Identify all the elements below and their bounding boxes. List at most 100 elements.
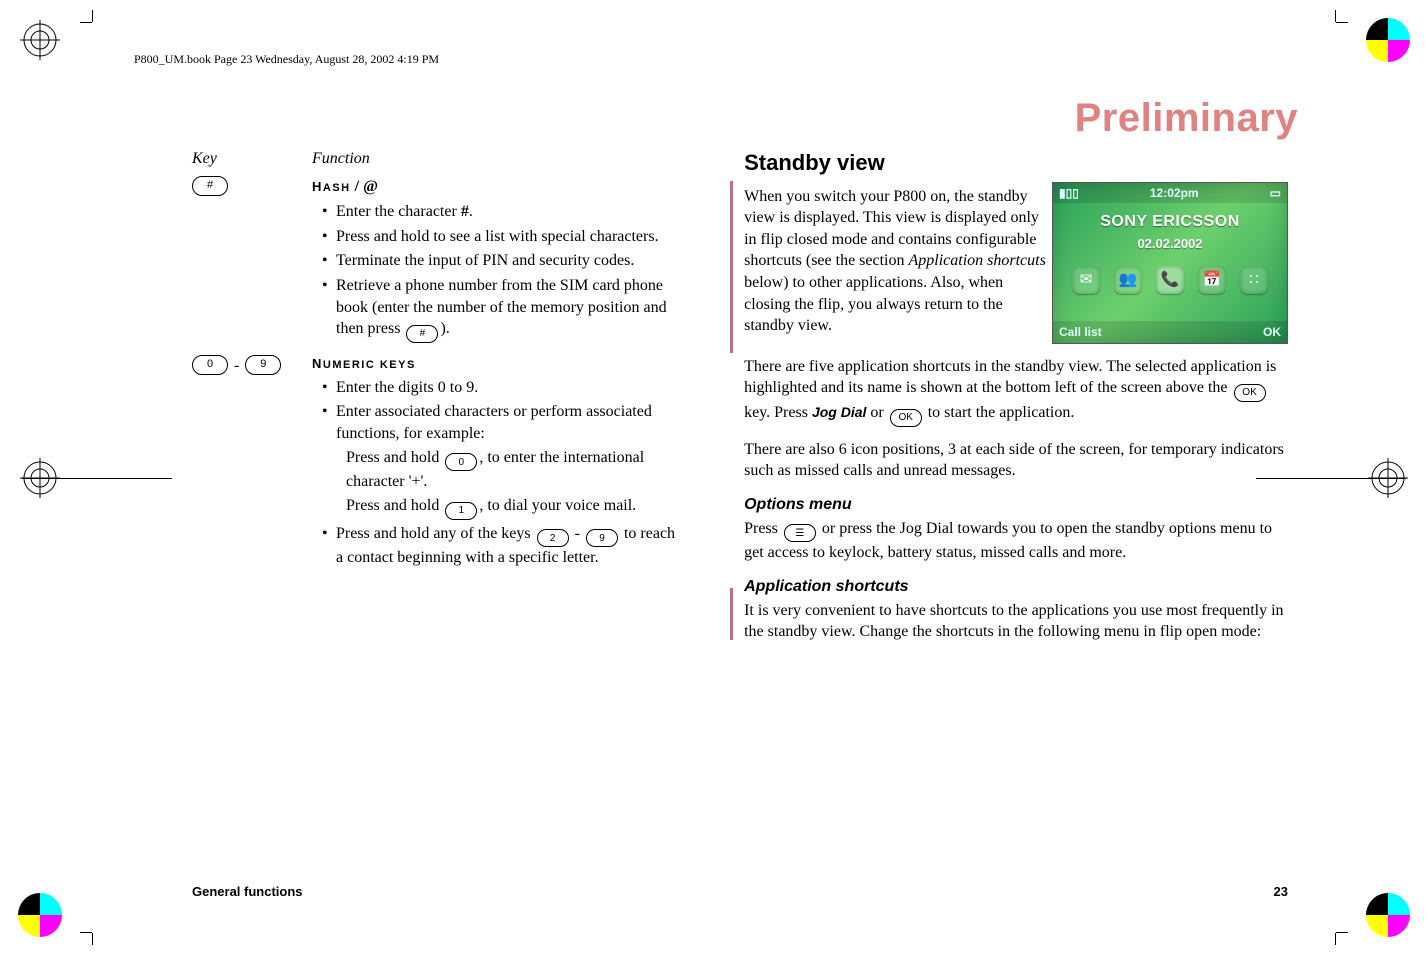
t: key. Press xyxy=(744,404,812,421)
t: Enter the character xyxy=(336,203,461,220)
numeric-bullets: Enter the digits 0 to 9. Enter associate… xyxy=(312,377,684,569)
zero-key-icon: 0 xyxy=(445,453,477,471)
t: below) to other applications. Also, when… xyxy=(744,274,1003,334)
footer-page: 23 xyxy=(1274,884,1288,899)
para: It is very convenient to have shortcuts … xyxy=(744,600,1288,643)
t: Press and hold xyxy=(346,497,443,514)
subheading: Application shortcuts xyxy=(744,576,1288,598)
list-item: Enter the digits 0 to 9. xyxy=(326,377,684,399)
hash-key-icon: # xyxy=(406,325,438,343)
envelope-icon: ✉ xyxy=(1072,266,1100,294)
screenshot-wrap: ▮▯▯ 12:02pm ▭ SONY ERICSSON 02.02.2002 ✉… xyxy=(1048,186,1288,356)
footer-left: General functions xyxy=(192,884,303,899)
list-item: Terminate the input of PIN and security … xyxy=(326,250,684,272)
zero-key-icon: 0 xyxy=(192,355,228,375)
t: - xyxy=(571,525,584,542)
reg-mark-mr xyxy=(1368,458,1408,498)
t: UMERIC KEYS xyxy=(323,359,416,371)
ok-key-icon: OK xyxy=(1234,384,1266,402)
table-row: 0 - 9 NUMERIC KEYS Enter the digits 0 to… xyxy=(192,355,684,577)
color-patch-br xyxy=(1366,893,1410,937)
right-column: Standby view ▮▯▯ 12:02pm ▭ SONY ERICSSON… xyxy=(744,148,1288,855)
t: ASH xyxy=(323,182,351,194)
function-cell: HASH / @ Enter the character #. Press an… xyxy=(312,176,684,351)
key-cell: 0 - 9 xyxy=(192,355,312,577)
hash-key-icon: # xyxy=(192,176,228,196)
screen-ok: OK xyxy=(1263,324,1281,340)
screen-date: 02.02.2002 xyxy=(1053,235,1287,253)
t: # xyxy=(461,203,469,220)
reg-mark-tl xyxy=(20,20,60,60)
t: or xyxy=(866,404,887,421)
para: There are five application shortcuts in … xyxy=(744,356,1288,427)
nine-key-icon: 9 xyxy=(586,529,618,547)
para: Press ☰ or press the Jog Dial towards yo… xyxy=(744,518,1288,564)
t: to start the application. xyxy=(924,404,1075,421)
table-row: # HASH / @ Enter the character #. Press … xyxy=(192,176,684,351)
screen-topbar: ▮▯▯ 12:02pm ▭ xyxy=(1053,183,1287,203)
signal-icon: ▮▯▯ xyxy=(1059,185,1079,201)
t: Press xyxy=(744,520,782,537)
numeric-title: NUMERIC KEYS xyxy=(312,355,684,373)
left-column: Key Function # HASH / @ Enter the charac… xyxy=(192,148,684,855)
screen-time: 12:02pm xyxy=(1150,185,1199,201)
screen-icons: ✉ 👥 📞 📅 ∷ xyxy=(1053,266,1287,294)
t: . xyxy=(469,203,473,220)
battery-icon: ▭ xyxy=(1270,185,1281,201)
t: / xyxy=(351,178,363,195)
table-header: Key Function xyxy=(192,148,684,170)
para: There are also 6 icon positions, 3 at ea… xyxy=(744,439,1288,482)
footer: General functions 23 xyxy=(192,884,1288,899)
hash-title: HASH / @ xyxy=(312,176,684,198)
list-item: Enter associated characters or perform a… xyxy=(326,401,684,519)
t: or press the Jog Dial towards you to ope… xyxy=(744,520,1272,562)
hash-bullets: Enter the character #. Press and hold to… xyxy=(312,201,684,343)
t: Press and hold any of the keys xyxy=(336,525,535,542)
th-function: Function xyxy=(312,148,370,170)
list-item: Press and hold to see a list with specia… xyxy=(326,226,684,248)
t: ). xyxy=(440,320,449,337)
list-item: Press and hold any of the keys 2 - 9 to … xyxy=(326,523,684,569)
watermark: Preliminary xyxy=(1075,96,1298,141)
section-heading: Standby view xyxy=(744,148,1288,178)
color-patch-tr xyxy=(1366,18,1410,62)
t: N xyxy=(312,356,323,371)
t: Application shortcuts xyxy=(909,252,1046,269)
sub-item: Press and hold 1, to dial your voice mai… xyxy=(346,495,684,520)
function-cell: NUMERIC KEYS Enter the digits 0 to 9. En… xyxy=(312,355,684,577)
list-item: Enter the character #. xyxy=(326,201,684,223)
two-key-icon: 2 xyxy=(537,529,569,547)
key-cell: # xyxy=(192,176,312,351)
t: , to dial your voice mail. xyxy=(479,497,636,514)
screen-brand: SONY ERICSSON xyxy=(1053,211,1287,233)
change-bar xyxy=(730,588,733,640)
list-item: Retrieve a phone number from the SIM car… xyxy=(326,275,684,343)
t: Retrieve a phone number from the SIM car… xyxy=(336,277,667,337)
t: Jog Dial xyxy=(812,404,866,420)
t: There are five application shortcuts in … xyxy=(744,358,1276,397)
menu-key-icon: ☰ xyxy=(784,524,816,542)
calendar-icon: 📅 xyxy=(1198,266,1226,294)
calllist-icon: 📞 xyxy=(1156,266,1184,294)
phone-screenshot: ▮▯▯ 12:02pm ▭ SONY ERICSSON 02.02.2002 ✉… xyxy=(1052,182,1288,344)
nine-key-icon: 9 xyxy=(245,355,281,375)
dash: - xyxy=(230,355,243,377)
subheading: Options menu xyxy=(744,494,1288,516)
t: Enter associated characters or perform a… xyxy=(336,403,652,442)
page: P800_UM.book Page 23 Wednesday, August 2… xyxy=(120,40,1308,915)
t: Press and hold xyxy=(346,449,443,466)
change-bar xyxy=(730,181,733,353)
screen-label: Call list xyxy=(1059,324,1102,340)
columns: Key Function # HASH / @ Enter the charac… xyxy=(192,148,1288,855)
screen-bottombar: Call list OK xyxy=(1053,321,1287,343)
contacts-icon: 👥 xyxy=(1114,266,1142,294)
th-key: Key xyxy=(192,148,312,170)
apps-icon: ∷ xyxy=(1240,266,1268,294)
t: H xyxy=(312,179,323,194)
one-key-icon: 1 xyxy=(445,502,477,520)
sub-item: Press and hold 0, to enter the internati… xyxy=(346,447,684,493)
reg-mark-ml xyxy=(20,458,60,498)
t: @ xyxy=(363,178,378,195)
color-patch-bl xyxy=(18,893,62,937)
book-header: P800_UM.book Page 23 Wednesday, August 2… xyxy=(134,52,439,67)
